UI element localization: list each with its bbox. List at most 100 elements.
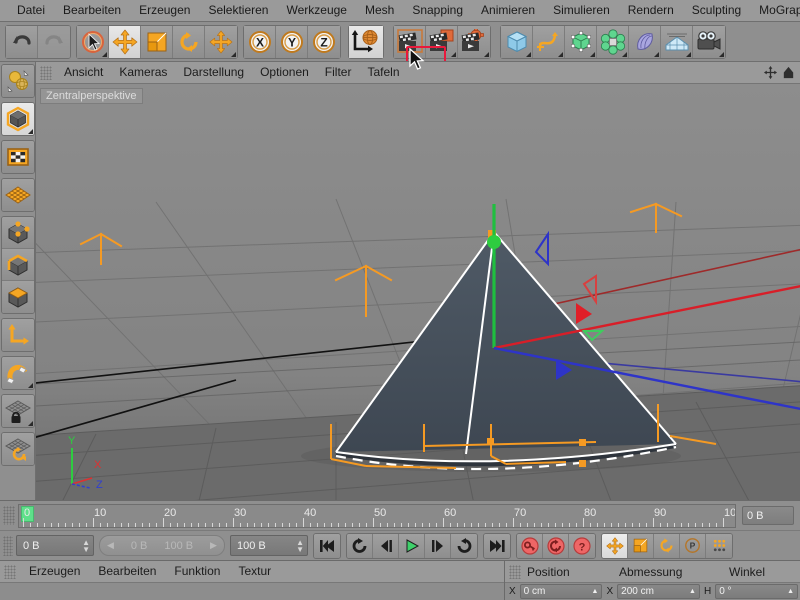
menu-item-simulieren[interactable]: Simulieren — [544, 0, 619, 21]
menu-item-mograph[interactable]: MoGraph — [750, 0, 800, 21]
material-menu-item-textur[interactable]: Textur — [229, 561, 280, 582]
viewport-zoom-icon[interactable] — [781, 65, 796, 80]
live-selection-button[interactable] — [77, 26, 109, 58]
key-pla-button[interactable]: P — [680, 534, 706, 558]
preview-range-field[interactable]: ◀ 0 B 100 B ▶ — [99, 535, 225, 556]
timeline-frame-field[interactable]: 0 B — [742, 506, 794, 525]
primitive-cube-button[interactable] — [501, 26, 533, 58]
scene-environment-button[interactable] — [661, 26, 693, 58]
angle-h-input[interactable]: 0 ° ▲ — [715, 584, 798, 599]
redo-button[interactable] — [38, 26, 70, 58]
key-parameter-button[interactable] — [706, 534, 732, 558]
menu-item-sculpting[interactable]: Sculpting — [683, 0, 750, 21]
render-picture-viewer-button[interactable] — [426, 26, 458, 58]
move-axis-button[interactable] — [205, 26, 237, 58]
material-menu-item-bearbeiten[interactable]: Bearbeiten — [89, 561, 165, 582]
timeline-tick — [674, 523, 675, 527]
key-selection-button[interactable]: ? — [569, 534, 595, 558]
spline-button[interactable] — [533, 26, 565, 58]
spinner-icon[interactable]: ▲ — [592, 585, 599, 598]
menu-item-animieren[interactable]: Animieren — [472, 0, 544, 21]
key-position-button[interactable] — [602, 534, 628, 558]
axis-mode-button[interactable] — [2, 319, 34, 351]
spinner-icon[interactable]: ▲ — [689, 585, 696, 598]
menu-item-werkzeuge[interactable]: Werkzeuge — [277, 0, 355, 21]
workplane-lock-button[interactable] — [2, 395, 34, 427]
render-settings-button[interactable] — [458, 26, 490, 58]
key-scale-button[interactable] — [628, 534, 654, 558]
array-button[interactable] — [597, 26, 629, 58]
viewport-menu-item-filter[interactable]: Filter — [317, 62, 360, 83]
material-manager-body[interactable] — [0, 583, 504, 600]
go-to-start-button[interactable] — [314, 534, 340, 558]
menu-item-selektieren[interactable]: Selektieren — [199, 0, 277, 21]
point-mode-button[interactable] — [2, 217, 34, 249]
step-forward-button[interactable] — [425, 534, 451, 558]
magnet-button[interactable] — [2, 357, 34, 389]
position-x-input[interactable]: 0 cm ▲ — [520, 584, 603, 599]
viewport-panel[interactable]: AnsichtKamerasDarstellungOptionenFilterT… — [36, 62, 800, 500]
rotate-tool-button[interactable] — [173, 26, 205, 58]
nurbs-button[interactable] — [565, 26, 597, 58]
size-x-input[interactable]: 200 cm ▲ — [617, 584, 700, 599]
deformer-button[interactable] — [629, 26, 661, 58]
world-object-coordinate-button[interactable] — [349, 26, 383, 58]
viewport-menu-item-darstellung[interactable]: Darstellung — [175, 62, 252, 83]
autokey-button[interactable] — [543, 534, 569, 558]
edge-mode-button[interactable] — [2, 249, 34, 281]
z-axis-lock-button[interactable]: Z — [308, 26, 340, 58]
spinner-icon[interactable]: ▲▼ — [82, 539, 90, 553]
move-tool-button[interactable] — [109, 26, 141, 58]
range-left-arrow-icon[interactable]: ◀ — [107, 540, 114, 551]
timeline-tick — [506, 523, 507, 527]
flyout-corner — [102, 52, 107, 57]
viewport-menu-item-kameras[interactable]: Kameras — [111, 62, 175, 83]
scale-tool-button[interactable] — [141, 26, 173, 58]
step-back-button[interactable] — [373, 534, 399, 558]
workplane-rotate-button[interactable] — [2, 433, 34, 465]
menu-item-snapping[interactable]: Snapping — [403, 0, 472, 21]
viewport-menu-item-optionen[interactable]: Optionen — [252, 62, 317, 83]
viewport-menu-grip[interactable] — [40, 66, 52, 80]
viewport-3d-scene[interactable]: Y X Z — [36, 84, 800, 500]
material-menu-item-erzeugen[interactable]: Erzeugen — [20, 561, 89, 582]
viewport-menu-item-tafeln[interactable]: Tafeln — [359, 62, 407, 83]
coordinate-manager-grip[interactable] — [509, 565, 521, 579]
texture-mode-button[interactable] — [2, 141, 34, 173]
workplane-button[interactable] — [2, 179, 34, 211]
play-button[interactable] — [399, 534, 425, 558]
max-time-field[interactable]: 100 B ▲▼ — [230, 535, 308, 556]
playback-grip[interactable] — [3, 536, 13, 556]
model-mode-button[interactable] — [2, 103, 34, 135]
x-axis-lock-button[interactable]: X — [244, 26, 276, 58]
material-menu-item-funktion[interactable]: Funktion — [165, 561, 229, 582]
menu-item-mesh[interactable]: Mesh — [356, 0, 403, 21]
menu-item-bearbeiten[interactable]: Bearbeiten — [54, 0, 130, 21]
menu-item-erzeugen[interactable]: Erzeugen — [130, 0, 199, 21]
y-axis-lock-button[interactable]: Y — [276, 26, 308, 58]
timeline-grip[interactable] — [3, 506, 15, 525]
interactive-render-region-button[interactable] — [2, 65, 34, 97]
camera-button[interactable] — [693, 26, 725, 58]
timeline-tick — [324, 523, 325, 527]
menu-item-datei[interactable]: Datei — [8, 0, 54, 21]
current-time-field[interactable]: 0 B ▲▼ — [16, 535, 94, 556]
viewport-pan-icon[interactable] — [763, 65, 778, 80]
spinner-icon[interactable]: ▲ — [787, 585, 794, 598]
render-view-button[interactable] — [394, 26, 426, 58]
key-rotation-button[interactable] — [654, 534, 680, 558]
timeline-tick — [226, 523, 227, 527]
next-key-button[interactable] — [451, 534, 477, 558]
previous-key-button[interactable] — [347, 534, 373, 558]
go-to-end-button[interactable] — [484, 534, 510, 558]
polygon-mode-button[interactable] — [2, 281, 34, 313]
timeline-tick — [121, 523, 122, 527]
viewport-menu-item-ansicht[interactable]: Ansicht — [56, 62, 111, 83]
menu-item-rendern[interactable]: Rendern — [619, 0, 683, 21]
timeline-track[interactable]: 0102030405060708090100 — [18, 504, 736, 528]
range-right-arrow-icon[interactable]: ▶ — [210, 540, 217, 551]
spinner-icon[interactable]: ▲▼ — [296, 539, 304, 553]
undo-button[interactable] — [6, 26, 38, 58]
record-key-button[interactable] — [517, 534, 543, 558]
material-manager-grip[interactable] — [4, 565, 16, 579]
